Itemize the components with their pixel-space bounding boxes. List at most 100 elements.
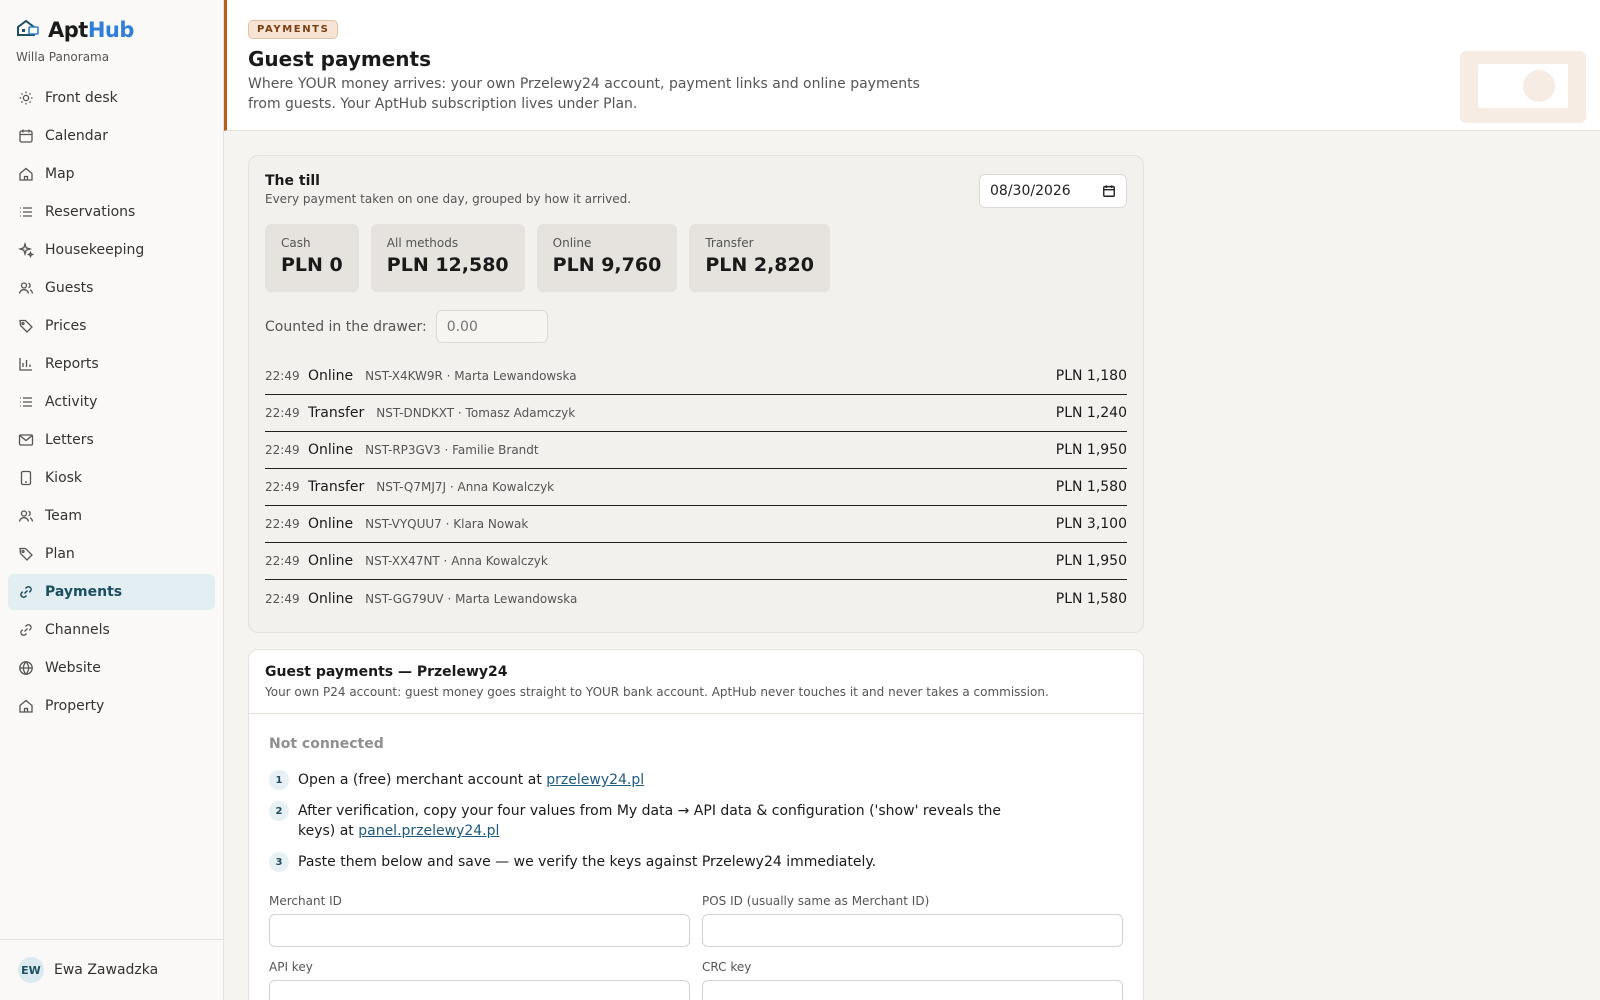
- stat-label: Online: [552, 236, 592, 250]
- merchant-id-input[interactable]: [269, 914, 690, 947]
- api-key-input[interactable]: [269, 980, 690, 1000]
- bar-chart-icon: [19, 358, 32, 371]
- sidebar-item-kiosk[interactable]: Kiosk: [8, 460, 215, 496]
- sidebar-item-calendar[interactable]: Calendar: [8, 118, 215, 154]
- drawer-label: Counted in the drawer:: [265, 318, 427, 335]
- stat-value: PLN 0: [281, 254, 343, 276]
- sidebar-item-guests[interactable]: Guests: [8, 270, 215, 306]
- sidebar-item-housekeeping[interactable]: Housekeeping: [8, 232, 215, 268]
- sidebar-item-reports[interactable]: Reports: [8, 346, 215, 382]
- p24-card: Guest payments — Przelewy24 Your own P24…: [248, 649, 1144, 1000]
- sidebar-item-label: Team: [45, 508, 83, 524]
- stat-label: All methods: [386, 236, 459, 250]
- pos-id-field: POS ID (usually same as Merchant ID): [702, 894, 1123, 947]
- banknote-illustration-icon: [1460, 51, 1586, 123]
- step-text: Open a (free) merchant account at przele…: [298, 770, 644, 790]
- sidebar-item-front-desk[interactable]: Front desk: [8, 80, 215, 116]
- calendar-icon: [19, 129, 33, 143]
- list-icon: [20, 207, 32, 217]
- home-icon: [19, 167, 33, 181]
- till-subtitle: Every payment taken on one day, grouped …: [265, 192, 632, 206]
- brand[interactable]: AptHub: [16, 18, 134, 42]
- table-row[interactable]: 22:49 Transfer NST-Q7MJ7J · Anna Kowalcz…: [265, 469, 1127, 506]
- przelewy24-link[interactable]: przelewy24.pl: [546, 772, 644, 788]
- stat-value: PLN 2,820: [705, 254, 814, 276]
- brand-name: AptHub: [48, 18, 134, 42]
- page-header: PAYMENTS Guest payments Where YOUR money…: [224, 0, 1600, 131]
- user-menu[interactable]: EW Ewa Zawadzka: [0, 939, 223, 1000]
- page-title: Guest payments: [248, 47, 431, 71]
- stat-online: Online PLN 9,760: [536, 224, 678, 292]
- table-row[interactable]: 22:49 Transfer NST-DNDKXT · Tomasz Adamc…: [265, 395, 1127, 432]
- crc-key-input[interactable]: [702, 980, 1123, 1000]
- p24-title: Guest payments — Przelewy24: [265, 664, 508, 680]
- till-date-input[interactable]: 08/30/2026: [979, 174, 1127, 208]
- field-label: CRC key: [702, 960, 752, 974]
- sun-icon: [19, 91, 33, 105]
- sidebar-item-plan[interactable]: Plan: [8, 536, 215, 572]
- link-icon: [20, 624, 32, 636]
- sidebar-item-activity[interactable]: Activity: [8, 384, 215, 420]
- tx-method: Online: [308, 516, 354, 532]
- tx-reference: NST-XX47NT · Anna Kowalczyk: [365, 554, 548, 568]
- tag-icon: [19, 547, 33, 561]
- globe-icon: [19, 660, 33, 676]
- avatar: EW: [18, 957, 44, 983]
- sidebar-item-label: Website: [45, 660, 101, 676]
- step-number: 2: [269, 801, 289, 821]
- sidebar-item-payments[interactable]: Payments: [8, 574, 215, 610]
- field-label: Merchant ID: [269, 894, 342, 908]
- setup-steps: 1 Open a (free) merchant account at prze…: [269, 770, 1109, 883]
- sparkle-icon: [18, 242, 34, 258]
- step-number: 3: [269, 852, 289, 872]
- merchant-id-field: Merchant ID: [269, 894, 690, 947]
- step-number: 1: [269, 770, 289, 790]
- sidebar: AptHub Willa Panorama Front desk Calenda…: [0, 0, 224, 1000]
- tx-reference: NST-GG79UV · Marta Lewandowska: [365, 591, 578, 606]
- sidebar-item-label: Kiosk: [45, 470, 83, 486]
- tablet-icon: [20, 470, 32, 486]
- p24-panel-link[interactable]: panel.przelewy24.pl: [358, 823, 499, 839]
- stat-cash: Cash PLN 0: [265, 224, 359, 292]
- tx-reference: NST-RP3GV3 · Familie Brandt: [365, 443, 539, 457]
- table-row[interactable]: 22:49 Online NST-VYQUU7 · Klara Nowak PL…: [265, 506, 1127, 543]
- page-description: Where YOUR money arrives: your own Przel…: [248, 76, 920, 112]
- pos-id-input[interactable]: [702, 914, 1123, 947]
- sidebar-item-reservations[interactable]: Reservations: [8, 194, 215, 230]
- setup-step: 1 Open a (free) merchant account at prze…: [269, 770, 1109, 790]
- sidebar-item-label: Reservations: [45, 204, 136, 220]
- crc-key-field: CRC key: [702, 960, 1123, 1000]
- list-icon: [20, 397, 32, 407]
- tag-icon: [19, 319, 33, 333]
- table-row[interactable]: 22:49 Online NST-XX47NT · Anna Kowalczyk…: [265, 543, 1127, 580]
- sidebar-item-channels[interactable]: Channels: [8, 612, 215, 648]
- sidebar-item-website[interactable]: Website: [8, 650, 215, 686]
- table-row[interactable]: 22:49 Online NST-RP3GV3 · Familie Brandt…: [265, 432, 1127, 469]
- tx-time: 22:49: [265, 591, 300, 606]
- sidebar-item-map[interactable]: Map: [8, 156, 215, 192]
- banknote-coin: [1523, 70, 1555, 102]
- table-row[interactable]: 22:49 Online NST-X4KW9R · Marta Lewandow…: [265, 358, 1127, 395]
- sidebar-item-property[interactable]: Property: [8, 688, 215, 724]
- house-logo-icon: [16, 18, 40, 42]
- stat-value: PLN 12,580: [386, 254, 509, 276]
- tx-reference: NST-DNDKXT · Tomasz Adamczyk: [376, 406, 576, 420]
- sidebar-item-label: Guests: [45, 280, 94, 296]
- tx-method: Online: [308, 590, 354, 607]
- field-label: POS ID (usually same as Merchant ID): [702, 894, 930, 908]
- transaction-list: 22:49 Online NST-X4KW9R · Marta Lewandow…: [265, 358, 1127, 617]
- drawer-count-input[interactable]: [435, 310, 548, 343]
- tx-time: 22:49: [265, 554, 300, 568]
- home-icon: [19, 699, 33, 713]
- sidebar-item-prices[interactable]: Prices: [8, 308, 215, 344]
- sidebar-item-team[interactable]: Team: [8, 498, 215, 534]
- table-row[interactable]: 22:49 Online NST-GG79UV · Marta Lewandow…: [265, 580, 1127, 617]
- tx-amount: PLN 1,950: [1055, 442, 1127, 458]
- tx-method: Online: [308, 442, 354, 458]
- property-name: Willa Panorama: [16, 50, 110, 64]
- tx-time: 22:49: [265, 480, 300, 494]
- sidebar-item-letters[interactable]: Letters: [8, 422, 215, 458]
- step-text: After verification, copy your four value…: [298, 801, 1028, 841]
- tx-method: Transfer: [308, 405, 365, 421]
- tx-time: 22:49: [265, 443, 300, 457]
